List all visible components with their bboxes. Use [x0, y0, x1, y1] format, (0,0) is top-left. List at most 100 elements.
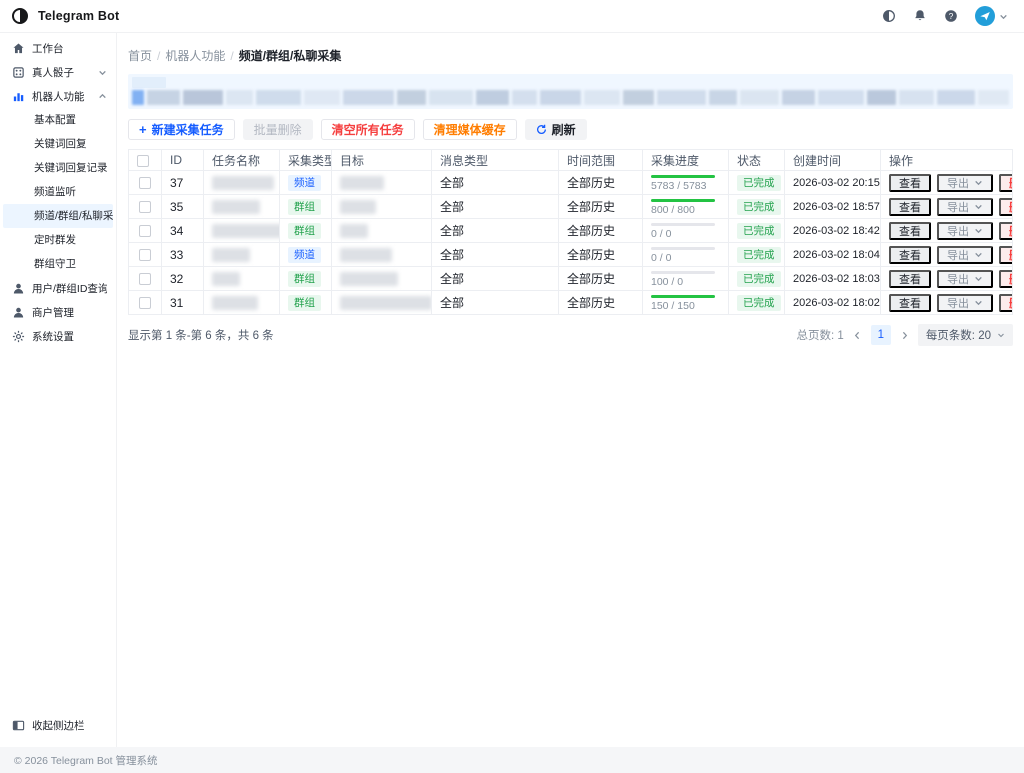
sidebar-item-bot-features[interactable]: 机器人功能: [0, 84, 116, 108]
row-checkbox[interactable]: [139, 201, 151, 213]
delete-button[interactable]: 删除: [999, 270, 1013, 288]
clear-all-button[interactable]: 清空所有任务: [321, 119, 415, 140]
row-checkbox[interactable]: [139, 249, 151, 261]
chevron-down-icon: [974, 226, 983, 235]
cell-message-type: 全部: [432, 219, 559, 243]
cell-collect-type: 群组: [280, 219, 332, 243]
progress-text: 100 / 0: [651, 277, 720, 288]
delete-button[interactable]: 删除: [999, 174, 1013, 192]
cell-select: [129, 243, 162, 267]
export-label: 导出: [947, 199, 969, 215]
cell-message-type: 全部: [432, 267, 559, 291]
breadcrumb-separator: /: [230, 49, 233, 63]
cell-status: 已完成: [729, 219, 785, 243]
cell-created: 2026-03-02 18:03:43: [785, 267, 881, 291]
redacted-segment: [256, 90, 301, 105]
row-checkbox[interactable]: [139, 273, 151, 285]
cell-created: 2026-03-02 18:42:43: [785, 219, 881, 243]
cell-progress: 150 / 150: [643, 291, 729, 315]
table-row: 33频道全部全部历史0 / 0已完成2026-03-02 18:04:14查看导…: [129, 243, 1013, 267]
row-checkbox[interactable]: [139, 177, 151, 189]
select-all-header: [129, 150, 162, 171]
collapse-sidebar-button[interactable]: 收起侧边栏: [12, 718, 85, 733]
export-button[interactable]: 导出: [937, 294, 993, 312]
export-button[interactable]: 导出: [937, 174, 993, 192]
sidebar-item-workbench[interactable]: 工作台: [0, 36, 116, 60]
theme-icon[interactable]: [882, 9, 896, 23]
delete-button[interactable]: 删除: [999, 222, 1013, 240]
row-checkbox[interactable]: [139, 297, 151, 309]
sidebar-item-label: 用户/群组ID查询: [32, 281, 107, 296]
view-button[interactable]: 查看: [889, 198, 931, 216]
sidebar-item-real-dice[interactable]: 真人骰子: [0, 60, 116, 84]
sidebar-item-id-query[interactable]: 用户/群组ID查询: [0, 276, 116, 300]
view-button[interactable]: 查看: [889, 222, 931, 240]
view-button[interactable]: 查看: [889, 174, 931, 192]
page-size-select[interactable]: 每页条数: 20: [918, 324, 1013, 346]
sidebar-item-merchant[interactable]: 商户管理: [0, 300, 116, 324]
redacted-target: [340, 296, 432, 310]
table-row: 31群组全部全部历史150 / 150已完成2026-03-02 18:02:3…: [129, 291, 1013, 315]
sidebar-item-label: 真人骰子: [32, 65, 91, 80]
view-button[interactable]: 查看: [889, 270, 931, 288]
export-button[interactable]: 导出: [937, 246, 993, 264]
current-page-button[interactable]: 1: [871, 325, 891, 345]
progress-text: 0 / 0: [651, 253, 720, 264]
type-badge: 群组: [288, 199, 321, 215]
row-checkbox[interactable]: [139, 225, 151, 237]
cell-created: 2026-03-02 18:57:00: [785, 195, 881, 219]
delete-button[interactable]: 删除: [999, 246, 1013, 264]
redacted-segment: [304, 90, 339, 105]
progress-bar: [651, 295, 715, 298]
breadcrumb-item[interactable]: 机器人功能: [165, 49, 225, 63]
cell-message-type: 全部: [432, 243, 559, 267]
type-badge: 频道: [288, 247, 321, 263]
delete-button[interactable]: 删除: [999, 198, 1013, 216]
total-pages-label: 总页数: 1: [797, 327, 844, 343]
sidebar-subitem[interactable]: 关键词回复记录: [3, 156, 113, 180]
redacted-segment: [147, 90, 180, 105]
clear-media-cache-button[interactable]: 清理媒体缓存: [423, 119, 517, 140]
sidebar-subitem[interactable]: 基本配置: [3, 108, 113, 132]
collapse-sidebar-icon: [12, 719, 25, 732]
new-task-button[interactable]: +新建采集任务: [128, 119, 235, 140]
toolbar-button-label: 新建采集任务: [152, 121, 224, 138]
redacted-segment: [657, 90, 706, 105]
breadcrumb-item[interactable]: 首页: [128, 49, 152, 63]
cell-id: 37: [162, 171, 204, 195]
sidebar-subitem[interactable]: 关键词回复: [3, 132, 113, 156]
merchant-icon: [12, 306, 25, 319]
sidebar-subitem[interactable]: 定时群发: [3, 228, 113, 252]
toolbar: +新建采集任务批量删除清空所有任务清理媒体缓存刷新: [128, 119, 1013, 140]
sidebar-subitem[interactable]: 群组守卫: [3, 252, 113, 276]
cell-time-range: 全部历史: [559, 267, 643, 291]
export-button[interactable]: 导出: [937, 198, 993, 216]
sidebar-subitem[interactable]: 频道/群组/私聊采集: [3, 204, 113, 228]
cell-collect-type: 频道: [280, 243, 332, 267]
view-button[interactable]: 查看: [889, 294, 931, 312]
cell-actions: 查看导出删除: [881, 291, 1013, 315]
header-actions: ?: [882, 6, 1008, 26]
select-all-checkbox[interactable]: [137, 155, 149, 167]
delete-button[interactable]: 删除: [999, 294, 1013, 312]
export-button[interactable]: 导出: [937, 222, 993, 240]
progress-bar: [651, 247, 715, 250]
chevron-down-icon: [98, 68, 107, 77]
sidebar-item-settings[interactable]: 系统设置: [0, 324, 116, 348]
view-button[interactable]: 查看: [889, 246, 931, 264]
prev-page-button[interactable]: [853, 331, 862, 340]
export-button[interactable]: 导出: [937, 270, 993, 288]
cell-time-range: 全部历史: [559, 291, 643, 315]
redacted-target: [340, 248, 392, 262]
cell-actions: 查看导出删除: [881, 267, 1013, 291]
refresh-button[interactable]: 刷新: [525, 119, 587, 140]
bell-icon[interactable]: [913, 9, 927, 23]
help-icon[interactable]: ?: [944, 9, 958, 23]
cell-task-name: [204, 267, 280, 291]
user-menu[interactable]: [975, 6, 1008, 26]
sidebar-subitem[interactable]: 频道监听: [3, 180, 113, 204]
table-header-row: ID任务名称采集类型目标消息类型时间范围采集进度状态创建时间操作: [129, 150, 1013, 171]
cell-task-name: [204, 219, 280, 243]
next-page-button[interactable]: [900, 331, 909, 340]
cell-status: 已完成: [729, 243, 785, 267]
